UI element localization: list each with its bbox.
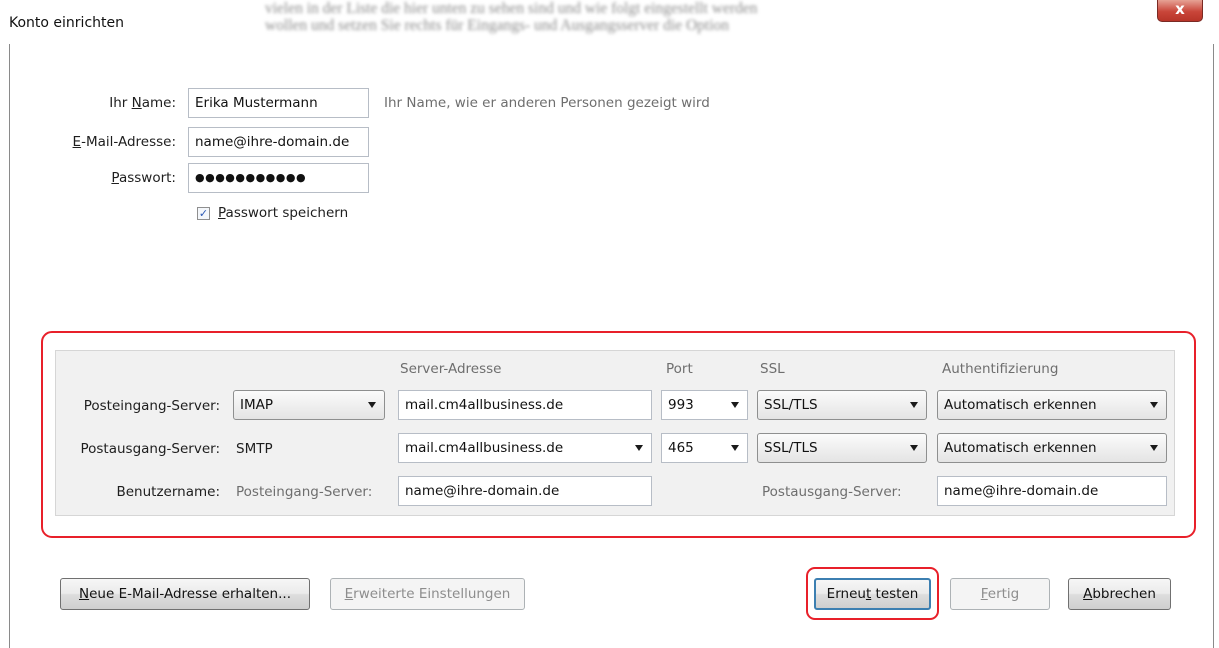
highlight-retest-button bbox=[806, 567, 939, 620]
name-hint: Ihr Name, wie er anderen Personen gezeig… bbox=[384, 95, 710, 111]
email-input[interactable]: name@ihre-domain.de bbox=[188, 127, 369, 157]
email-label: E-Mail-Adresse: bbox=[72, 134, 176, 150]
window-frame-left bbox=[9, 44, 10, 648]
advanced-settings-button[interactable]: Erweiterte Einstellungen bbox=[330, 578, 525, 610]
window-frame-right bbox=[1213, 44, 1214, 648]
cancel-button[interactable]: Abbrechen bbox=[1068, 578, 1171, 610]
name-input[interactable]: Erika Mustermann bbox=[188, 88, 369, 118]
save-password-label[interactable]: Passwort speichern bbox=[218, 205, 348, 221]
checkmark-icon: ✓ bbox=[198, 207, 209, 220]
done-button[interactable]: Fertig bbox=[950, 578, 1050, 610]
name-label: Ihr Name: bbox=[109, 95, 176, 111]
window-title: Konto einrichten bbox=[9, 15, 124, 31]
close-icon: x bbox=[1175, 0, 1185, 18]
password-input[interactable]: ●●●●●●●●●●● bbox=[188, 163, 369, 193]
close-button[interactable]: x bbox=[1157, 0, 1203, 22]
title-bar: Konto einrichten vielen in der Liste die… bbox=[0, 0, 1219, 44]
save-password-checkbox[interactable]: ✓ bbox=[197, 207, 210, 220]
password-label: Passwort: bbox=[111, 170, 176, 186]
background-text: vielen in der Liste die hier unten zu se… bbox=[265, 0, 758, 34]
new-email-address-button[interactable]: Neue E-Mail-Adresse erhalten... bbox=[60, 578, 310, 610]
highlight-server-settings bbox=[41, 331, 1196, 538]
